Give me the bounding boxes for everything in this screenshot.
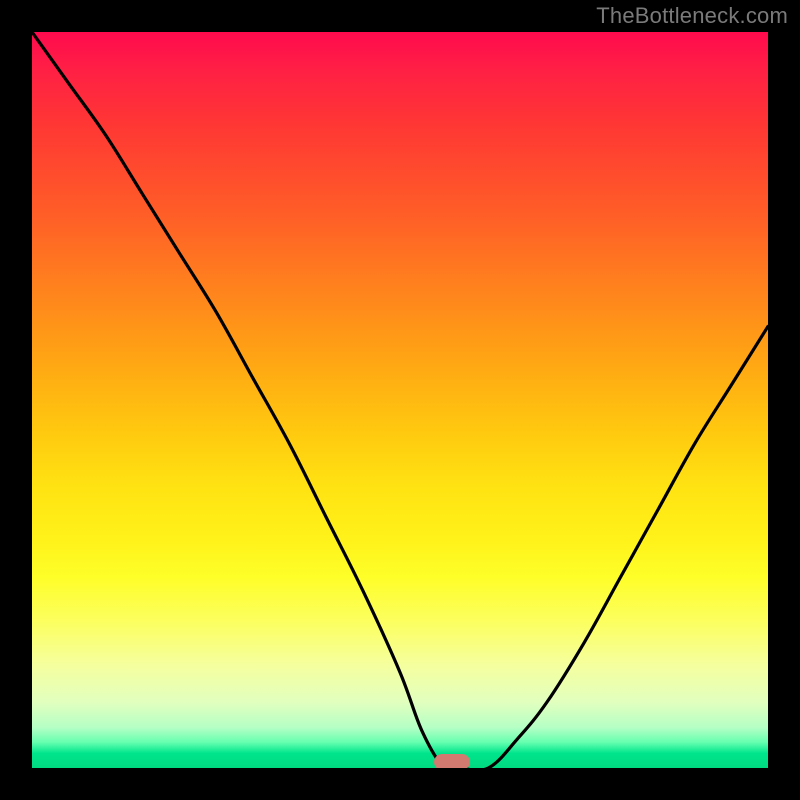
optimal-point-marker <box>434 754 470 768</box>
bottleneck-curve <box>32 32 768 768</box>
curve-path <box>32 32 768 768</box>
chart-stage: TheBottleneck.com <box>0 0 800 800</box>
attribution-label: TheBottleneck.com <box>596 3 788 29</box>
plot-area <box>32 32 768 768</box>
